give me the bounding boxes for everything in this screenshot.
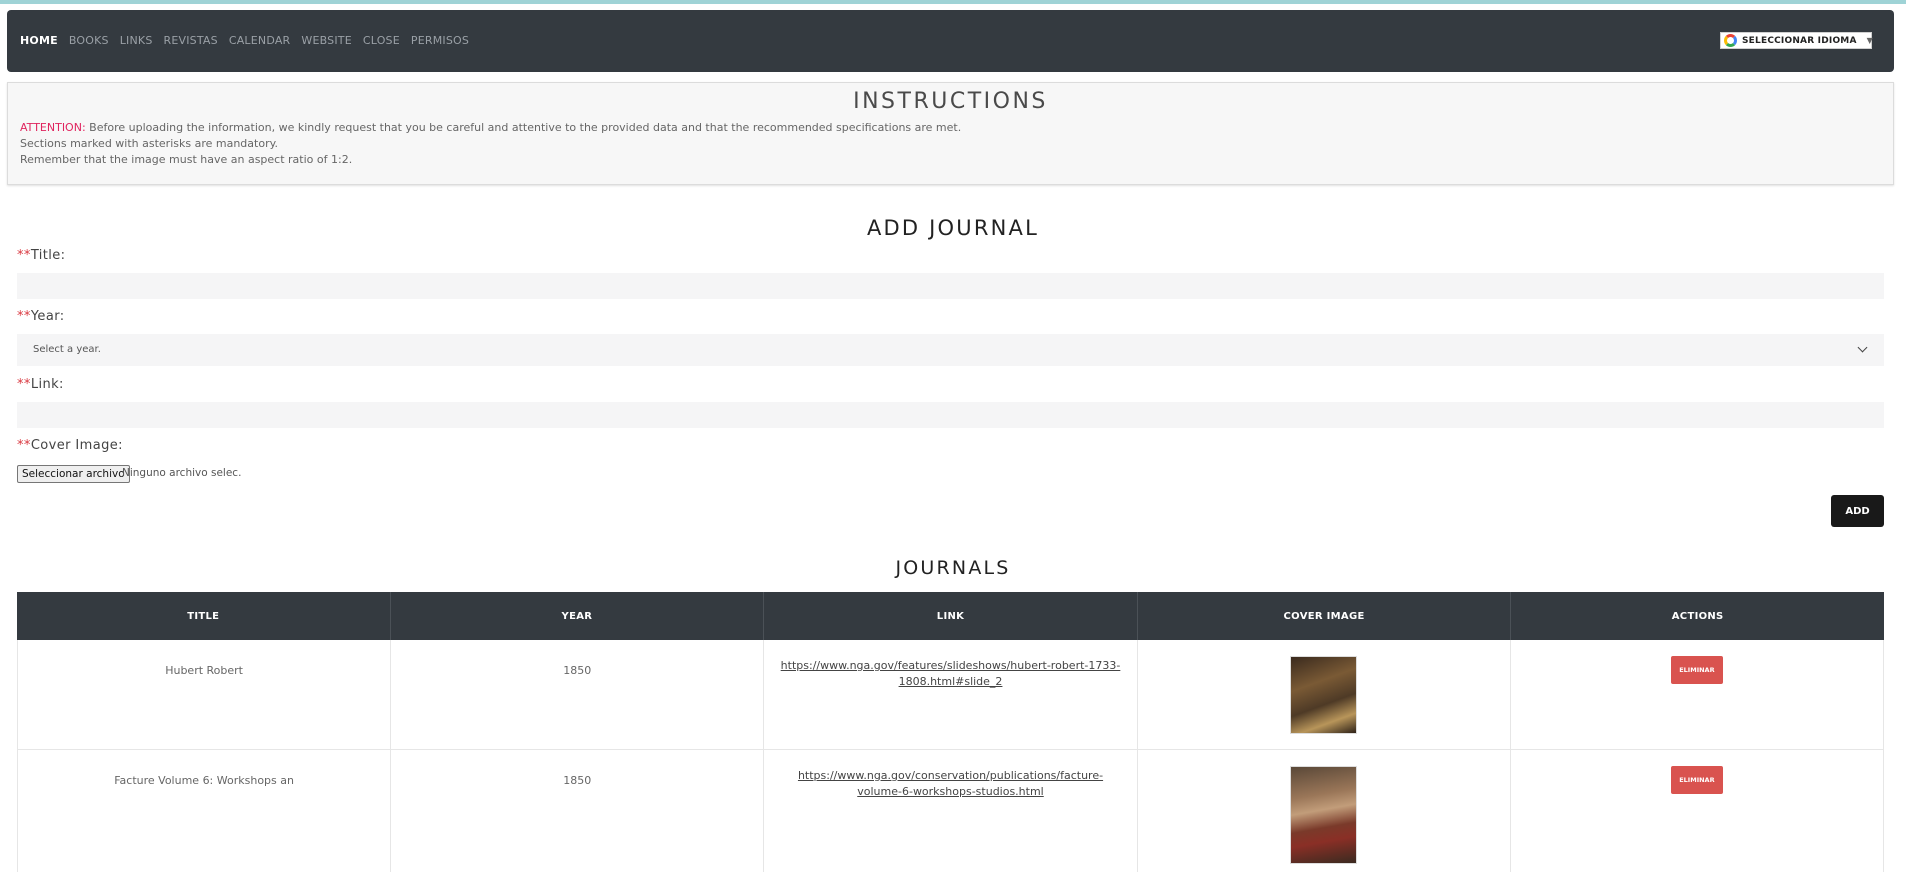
nav-links[interactable]: LINKS bbox=[120, 34, 153, 47]
nav-calendar[interactable]: CALENDAR bbox=[229, 34, 291, 47]
instructions-panel: INSTRUCTIONS ATTENTION: Before uploading… bbox=[7, 82, 1894, 185]
cell-actions: ELIMINAR bbox=[1511, 640, 1885, 749]
required-mark: ** bbox=[17, 438, 31, 453]
header-year: YEAR bbox=[391, 592, 765, 640]
year-label-text: Year: bbox=[30, 309, 65, 324]
table-row: Facture Volume 6: Workshops an 1850 http… bbox=[17, 750, 1885, 872]
year-field-label: **Year: bbox=[17, 309, 65, 324]
nav-books[interactable]: BOOKS bbox=[69, 34, 109, 47]
add-button[interactable]: ADD bbox=[1831, 495, 1884, 527]
title-field-label: **Title: bbox=[17, 248, 65, 263]
cell-link: https://www.nga.gov/features/slideshows/… bbox=[764, 640, 1138, 749]
add-journal-title: ADD JOURNAL bbox=[866, 216, 1040, 240]
instructions-text: ATTENTION: Before uploading the informat… bbox=[20, 120, 961, 168]
delete-button[interactable]: ELIMINAR bbox=[1670, 656, 1723, 684]
cell-title: Facture Volume 6: Workshops an bbox=[17, 750, 392, 872]
nav-home[interactable]: HOME bbox=[20, 34, 58, 47]
cell-year: 1850 bbox=[391, 640, 765, 749]
delete-button[interactable]: ELIMINAR bbox=[1670, 766, 1723, 794]
cover-image bbox=[1290, 656, 1358, 734]
instructions-title: INSTRUCTIONS bbox=[853, 89, 1048, 114]
nav-close[interactable]: CLOSE bbox=[363, 34, 400, 47]
required-mark: ** bbox=[17, 377, 31, 392]
header-actions: ACTIONS bbox=[1671, 610, 1724, 622]
year-select[interactable]: Select a year. bbox=[17, 334, 1884, 366]
table-row: Hubert Robert 1850 https://www.nga.gov/f… bbox=[17, 640, 1885, 750]
link-input[interactable] bbox=[17, 402, 1884, 428]
nav-website[interactable]: WEBSITE bbox=[301, 34, 351, 47]
attention-text: Before uploading the information, we kin… bbox=[85, 121, 962, 134]
header-link: LINK bbox=[764, 592, 1138, 640]
cell-year: 1850 bbox=[391, 750, 765, 872]
year-select-placeholder: Select a year. bbox=[33, 344, 101, 355]
cover-image bbox=[1290, 766, 1358, 864]
cell-title: Hubert Robert bbox=[17, 640, 392, 749]
file-status-text: Ninguno archivo selec. bbox=[122, 467, 242, 479]
top-accent-strip bbox=[0, 0, 1906, 4]
google-icon bbox=[1724, 34, 1737, 47]
link-field-label: **Link: bbox=[17, 377, 64, 392]
row-link[interactable]: https://www.nga.gov/conservation/publica… bbox=[764, 750, 1136, 800]
header-cover-image: COVER IMAGE bbox=[1138, 592, 1512, 640]
link-label-text: Link: bbox=[30, 377, 64, 392]
row-title: Hubert Robert bbox=[165, 664, 243, 677]
title-input[interactable] bbox=[17, 273, 1884, 299]
language-select-label: SELECCIONAR IDIOMA bbox=[1742, 35, 1857, 46]
nav-revistas[interactable]: REVISTAS bbox=[164, 34, 218, 47]
table-header: TITLE YEAR LINK COVER IMAGE ACTIONS bbox=[17, 592, 1884, 640]
row-year: 1850 bbox=[563, 774, 592, 787]
cover-field-label: **Cover Image: bbox=[17, 438, 123, 453]
navbar: HOME BOOKS LINKS REVISTAS CALENDAR WEBSI… bbox=[7, 10, 1894, 72]
title-label-text: Title: bbox=[30, 248, 66, 263]
instructions-line-3: Remember that the image must have an asp… bbox=[20, 153, 353, 166]
instructions-line-2: Sections marked with asterisks are manda… bbox=[20, 137, 279, 150]
row-year: 1850 bbox=[563, 664, 592, 677]
journals-table: TITLE YEAR LINK COVER IMAGE ACTIONS Hube… bbox=[17, 592, 1885, 872]
row-link[interactable]: https://www.nga.gov/features/slideshows/… bbox=[764, 640, 1136, 690]
header-title: TITLE bbox=[17, 592, 391, 640]
choose-file-button[interactable]: Seleccionar archivo bbox=[17, 465, 130, 483]
nav-links: HOME BOOKS LINKS REVISTAS CALENDAR WEBSI… bbox=[20, 34, 480, 47]
cover-label-text: Cover Image: bbox=[30, 438, 123, 453]
cell-cover bbox=[1138, 640, 1511, 749]
nav-permisos[interactable]: PERMISOS bbox=[411, 34, 469, 47]
cell-cover bbox=[1138, 750, 1511, 872]
row-title: Facture Volume 6: Workshops an bbox=[114, 774, 294, 787]
cell-actions: ELIMINAR bbox=[1511, 750, 1885, 872]
attention-label: ATTENTION: bbox=[20, 121, 86, 134]
required-mark: ** bbox=[17, 248, 31, 263]
dropdown-arrow-icon: ▼ bbox=[1866, 36, 1873, 45]
required-mark: ** bbox=[17, 309, 31, 324]
journals-title: JOURNALS bbox=[895, 557, 1011, 579]
chevron-down-icon bbox=[1857, 342, 1868, 353]
language-select[interactable]: SELECCIONAR IDIOMA ▼ bbox=[1720, 32, 1873, 49]
cell-link: https://www.nga.gov/conservation/publica… bbox=[764, 750, 1138, 872]
instructions-line-1: ATTENTION: Before uploading the informat… bbox=[20, 120, 961, 136]
